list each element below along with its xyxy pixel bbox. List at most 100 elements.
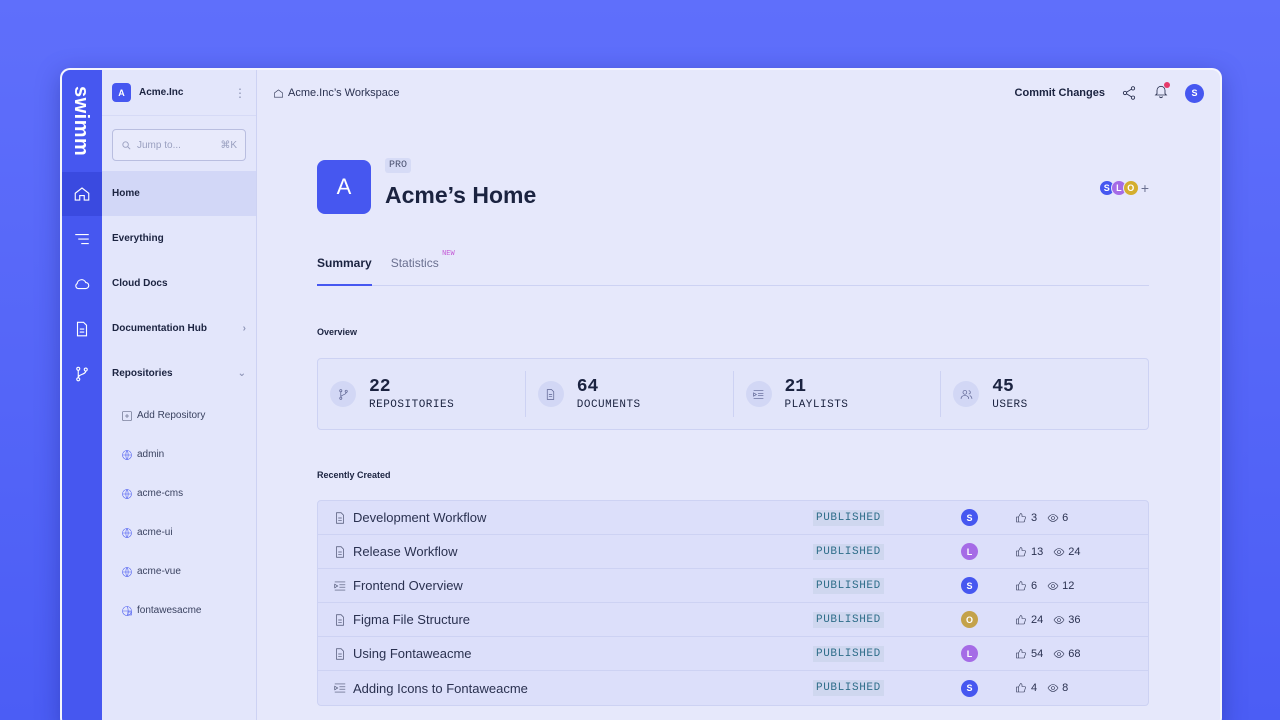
eye-icon [1053,615,1065,624]
recent-table: Development Workflow PUBLISHED S 3 6 Release … [317,500,1149,706]
sidebar-item-home[interactable]: Home [102,171,256,216]
stat-users[interactable]: 45 USERS [941,371,1148,417]
tab-statistics[interactable]: Statistics NEW [390,250,455,285]
share-icon[interactable] [1121,85,1137,101]
stat-icon-wrap [330,381,356,407]
repo-item[interactable]: acme-ui [102,513,256,552]
sidebar-item-label: Repositories [112,368,173,379]
notification-dot [1164,81,1170,88]
row-title[interactable]: Frontend Overview [353,578,463,593]
eye-icon [1053,649,1065,658]
row-title[interactable]: Release Workflow [353,544,458,559]
search-icon [122,140,131,149]
views-count: 68 [1068,647,1081,660]
views-count: 6 [1062,511,1069,524]
rail-repositories[interactable] [62,352,102,396]
views: 6 [1047,512,1068,524]
sidebar-item-documentation-hub[interactable]: Documentation Hub › [102,306,256,351]
tab-label: Statistics [390,256,439,270]
stat-documents[interactable]: 64 DOCUMENTS [526,371,734,417]
rail-home[interactable] [62,172,102,216]
collaborator-avatar: O [1122,180,1139,196]
row-stats: 13 24 [1015,546,1081,558]
stat-playlists[interactable]: 21 PLAYLISTS [734,371,942,417]
document-icon [76,321,88,337]
table-row[interactable]: Release Workflow PUBLISHED L 13 24 [318,535,1148,569]
workspace-name: Acme.Inc [139,87,184,98]
repo-name: acme-vue [137,566,181,577]
repo-item[interactable]: acme-vue [102,552,256,591]
collaborators[interactable]: S L O + [1098,180,1149,196]
add-repository-button[interactable]: Add Repository [102,396,256,435]
repo-item[interactable]: acme-cms [102,474,256,513]
sidebar-item-cloud-docs[interactable]: Cloud Docs [102,261,256,306]
stat-repositories[interactable]: 22 REPOSITORIES [318,371,526,417]
status-badge: PUBLISHED [813,645,884,662]
new-badge: NEW [442,250,455,258]
stat-value: 64 [576,377,599,397]
status-badge: PUBLISHED [813,577,884,594]
repo-item[interactable]: fontawesacme [102,591,256,630]
sidebar-item-repositories[interactable]: Repositories ⌄ [102,351,256,396]
status-badge: PUBLISHED [813,611,884,628]
author-avatar: S [961,509,978,526]
table-row[interactable]: Figma File Structure PUBLISHED O 24 36 [318,603,1148,637]
workspace-header[interactable]: A Acme.Inc ⋮ [102,70,256,116]
add-collaborator-button[interactable]: + [1141,180,1149,196]
icon-rail: swimm [62,70,102,720]
tab-summary[interactable]: Summary [317,256,372,286]
tabs: Summary Statistics NEW [317,250,1149,286]
status-badge: PUBLISHED [813,680,884,696]
row-title[interactable]: Using Fontaweacme [353,646,472,661]
rail-cloud-docs[interactable] [62,262,102,306]
rail-everything[interactable] [62,217,102,261]
repo-name: fontawesacme [137,605,202,616]
row-title[interactable]: Development Workflow [353,510,486,525]
table-row[interactable]: Using Fontaweacme PUBLISHED L 54 68 [318,637,1148,671]
document-icon [336,613,344,626]
stat-label: REPOSITORIES [369,399,455,411]
stat-value: 45 [992,377,1014,397]
eye-icon [1047,513,1059,522]
stat-icon-wrap [953,381,980,407]
status-badge: PUBLISHED [813,509,884,526]
sidebar-item-label: Everything [112,233,164,244]
eye-icon [1047,581,1059,590]
repo-item[interactable]: admin [102,435,256,474]
likes-count: 3 [1031,511,1038,524]
row-title[interactable]: Adding Icons to Fontaweacme [353,681,528,696]
repo-name: acme-cms [137,488,184,499]
add-repository-label: Add Repository [137,410,206,421]
sidebar-item-everything[interactable]: Everything [102,216,256,261]
more-vertical-icon[interactable]: ⋮ [234,86,246,100]
eye-icon [1053,547,1065,556]
row-stats: 48 [1015,682,1068,694]
rail-docs-hub[interactable] [62,307,102,351]
views: 12 [1047,580,1074,592]
row-stats: 36 [1015,512,1068,524]
table-row[interactable]: Frontend Overview PUBLISHED S 6 12 [318,569,1148,603]
sidebar-item-label: Cloud Docs [112,278,168,289]
commit-changes-button[interactable]: Commit Changes [1015,87,1105,99]
row-stats: 54 68 [1015,648,1081,660]
table-row[interactable]: Development Workflow PUBLISHED S 3 6 [318,501,1148,535]
sidebar: A Acme.Inc ⋮ ⌘K Home Everything Cloud Do… [102,70,257,720]
table-row[interactable]: Adding Icons to Fontaweacme PUBLISHED S 4 8 [318,671,1148,705]
home-icon [274,88,283,97]
thumbs-up-icon [1016,512,1026,522]
likes-count: 24 [1031,613,1044,626]
app-window: swimm A Acme.Inc ⋮ ⌘K Home Eve [60,68,1222,720]
search-box[interactable]: ⌘K [112,129,246,161]
notifications-button[interactable] [1153,81,1170,104]
row-title[interactable]: Figma File Structure [353,612,470,627]
workspace-big-avatar: A [317,160,371,214]
sidebar-item-label: Documentation Hub [112,323,207,334]
workspace-avatar: A [112,83,131,102]
user-avatar[interactable]: S [1185,83,1204,103]
topbar-actions: Commit Changes S [1015,81,1204,104]
chevron-down-icon: ⌄ [237,368,246,379]
author-avatar: O [961,611,978,628]
hero: A PRO Acme’s Home S L O + [317,116,1149,216]
search-input[interactable] [137,139,221,151]
breadcrumb[interactable]: Acme.Inc’s Workspace [273,87,399,99]
